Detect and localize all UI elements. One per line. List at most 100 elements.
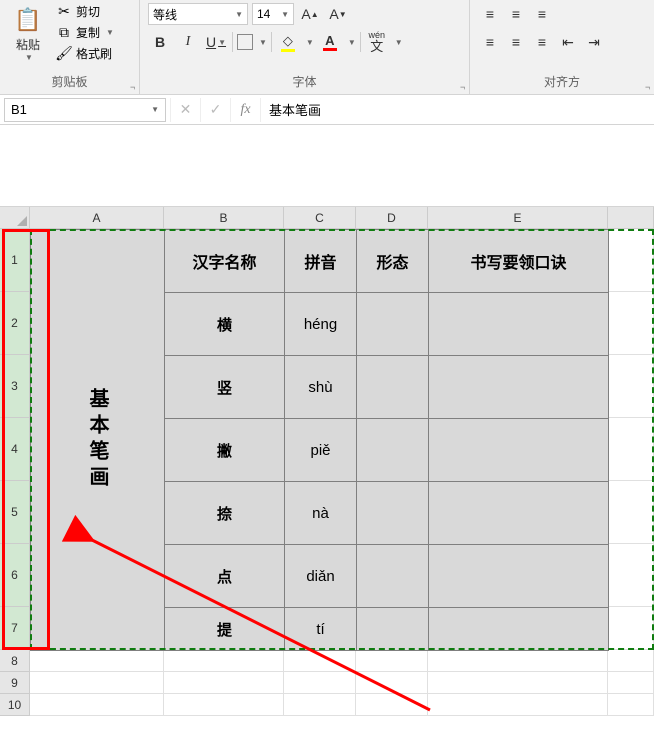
font-size-select[interactable]: 14 ▼ [252,3,294,25]
formula-bar-row: B1 ▼ ✕ ✓ fx 基本笔画 [0,95,654,125]
column-header[interactable]: C [284,207,356,229]
row-header[interactable]: 1 [0,229,30,292]
column-header[interactable] [608,207,654,229]
align-center-button[interactable]: ≡ [504,30,528,54]
clipboard-group-label: 剪贴板 [8,71,131,94]
phonetic-guide-button[interactable]: wén 文 [365,30,389,54]
row-header[interactable]: 8 [0,650,30,672]
cell[interactable] [608,650,654,672]
increase-indent-button[interactable]: ⇥ [582,30,606,54]
format-painter-icon: 🖌 [56,46,72,62]
cell[interactable] [608,672,654,694]
enter-formula-button[interactable]: ✓ [200,98,230,122]
cut-label: 剪切 [76,3,100,20]
cell[interactable] [608,481,654,544]
decrease-indent-button[interactable]: ⇤ [556,30,580,54]
table-header-cell: 拼音 [285,230,357,293]
cell[interactable] [164,694,284,716]
pinyin-cell: héng [285,293,357,356]
align-middle-button[interactable]: ≡ [504,2,528,26]
cell[interactable] [428,694,608,716]
border-button[interactable] [237,34,253,50]
table-header-cell: 书写要领口诀 [429,230,609,293]
increase-font-button[interactable]: A▲ [298,2,322,26]
decrease-font-button[interactable]: A▼ [326,2,350,26]
pinyin-cell: tí [285,608,357,651]
chevron-down-icon: ▼ [106,28,114,37]
cell[interactable] [608,418,654,481]
row-header[interactable]: 10 [0,694,30,716]
row-header[interactable]: 3 [0,355,30,418]
cell[interactable] [428,672,608,694]
select-all-corner[interactable] [0,207,30,229]
row-header[interactable]: 6 [0,544,30,607]
cell[interactable] [608,607,654,650]
fill-color-icon: ◇ [283,33,293,49]
cell[interactable] [164,650,284,672]
cell[interactable] [356,650,428,672]
name-box[interactable]: B1 ▼ [4,98,166,122]
cell[interactable] [608,229,654,292]
chevron-down-icon: ▼ [151,105,159,114]
pinyin-cell: nà [285,482,357,545]
cell[interactable] [164,672,284,694]
cell[interactable] [356,694,428,716]
cut-icon: ✂ [56,4,72,20]
cut-button[interactable]: ✂ 剪切 [52,2,118,21]
row-header[interactable]: 4 [0,418,30,481]
cell[interactable] [30,650,164,672]
chevron-down-icon: ▼ [25,53,33,62]
pinyin-cell: piě [285,419,357,482]
row-header[interactable]: 2 [0,292,30,355]
cancel-formula-button[interactable]: ✕ [170,98,200,122]
stroke-name-cell: 撇 [165,419,285,482]
bold-button[interactable]: B [148,30,172,54]
stroke-name-cell: 提 [165,608,285,651]
cell[interactable] [284,672,356,694]
tip-cell [429,482,609,545]
column-headers: ABCDE [30,207,654,229]
fill-color-button[interactable]: ◇ [276,30,300,54]
format-painter-button[interactable]: 🖌 格式刷 [52,44,118,63]
chevron-down-icon: ▼ [235,10,243,19]
cell[interactable] [30,672,164,694]
cell[interactable] [608,292,654,355]
chevron-down-icon: ▼ [281,10,289,19]
cell[interactable] [608,694,654,716]
alignment-group: ≡ ≡ ≡ ≡ ≡ ≡ ⇤ ⇥ 对齐方 [470,0,654,94]
column-header[interactable]: D [356,207,428,229]
font-group: 等线 ▼ 14 ▼ A▲ A▼ B I U▼ ▼ ◇ [140,0,470,94]
stroke-name-cell: 竖 [165,356,285,419]
clipboard-group: 📋 粘贴 ▼ ✂ 剪切 ⧉ 复制 ▼ 🖌 格式刷 剪贴板 [0,0,140,94]
cell[interactable] [356,672,428,694]
font-name-select[interactable]: 等线 ▼ [148,3,248,25]
shape-cell [357,545,429,608]
cell[interactable] [608,355,654,418]
cell[interactable] [284,650,356,672]
cell[interactable] [30,694,164,716]
cell[interactable] [428,650,608,672]
stroke-name-cell: 横 [165,293,285,356]
paste-label: 粘贴 [16,36,40,53]
italic-button[interactable]: I [176,30,200,54]
align-right-button[interactable]: ≡ [530,30,554,54]
column-header[interactable]: B [164,207,284,229]
row-header[interactable]: 9 [0,672,30,694]
copy-button[interactable]: ⧉ 复制 ▼ [52,23,118,42]
font-color-icon: A [325,33,334,48]
align-bottom-button[interactable]: ≡ [530,2,554,26]
cell[interactable] [284,694,356,716]
formula-input[interactable]: 基本笔画 [260,98,654,122]
align-top-button[interactable]: ≡ [478,2,502,26]
underline-button[interactable]: U▼ [204,30,228,54]
column-header[interactable]: E [428,207,608,229]
font-color-button[interactable]: A [318,30,342,54]
align-left-button[interactable]: ≡ [478,30,502,54]
cell[interactable] [608,544,654,607]
paste-button[interactable]: 📋 粘贴 ▼ [8,2,48,64]
row-header[interactable]: 5 [0,481,30,544]
row-header[interactable]: 7 [0,607,30,650]
stroke-name-cell: 点 [165,545,285,608]
fx-button[interactable]: fx [230,98,260,122]
column-header[interactable]: A [30,207,164,229]
